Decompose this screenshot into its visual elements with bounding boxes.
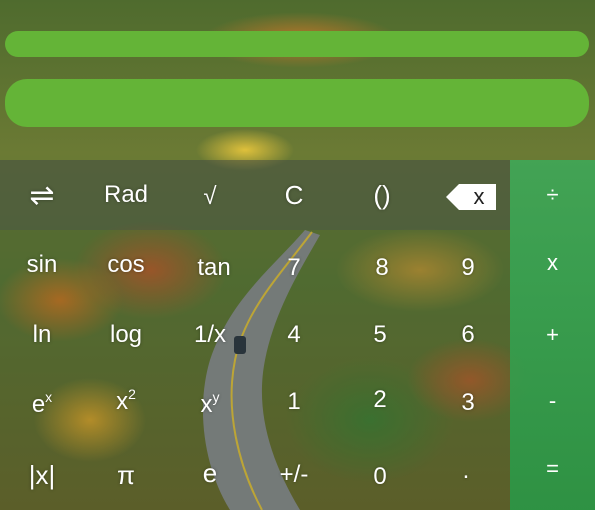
euler-button[interactable]: e bbox=[168, 438, 252, 508]
plus-button[interactable]: + bbox=[510, 300, 595, 370]
reciprocal-button[interactable]: 1/x bbox=[168, 300, 252, 370]
power-superscript: y bbox=[212, 389, 220, 405]
swap-icon: ⇌ bbox=[29, 178, 55, 212]
digit-7-button[interactable]: 7 bbox=[252, 233, 336, 303]
digit-9-button[interactable]: 9 bbox=[426, 233, 510, 303]
digit-0-button[interactable]: 0 bbox=[338, 442, 422, 512]
digit-5-button[interactable]: 5 bbox=[338, 300, 422, 370]
digit-8-button[interactable]: 8 bbox=[340, 233, 424, 303]
sign-toggle-button[interactable]: +/- bbox=[252, 440, 336, 510]
rad-mode-button[interactable]: Rad bbox=[84, 160, 168, 230]
multiply-button[interactable]: x bbox=[510, 228, 595, 298]
decimal-point-button[interactable]: . bbox=[424, 436, 508, 506]
backspace-x-label: x bbox=[473, 184, 485, 209]
exp-superscript: x bbox=[45, 389, 53, 405]
sqrt-button[interactable]: √ bbox=[168, 162, 252, 232]
digit-4-button[interactable]: 4 bbox=[252, 300, 336, 370]
digit-1-button[interactable]: 1 bbox=[252, 367, 336, 437]
exp-button[interactable]: ex bbox=[0, 370, 84, 440]
result-display bbox=[5, 79, 589, 127]
expression-display bbox=[5, 31, 589, 57]
cos-button[interactable]: cos bbox=[84, 230, 168, 300]
digit-3-button[interactable]: 3 bbox=[426, 368, 510, 438]
swap-functions-button[interactable]: ⇌ bbox=[0, 160, 84, 230]
digit-6-button[interactable]: 6 bbox=[426, 300, 510, 370]
backspace-button[interactable]: x bbox=[446, 184, 496, 210]
clear-button[interactable]: C bbox=[252, 160, 336, 230]
abs-button[interactable]: |x| bbox=[0, 440, 84, 510]
sin-button[interactable]: sin bbox=[0, 230, 84, 300]
minus-button[interactable]: - bbox=[510, 366, 595, 436]
power-button[interactable]: xy bbox=[168, 370, 252, 440]
square-superscript: 2 bbox=[128, 386, 136, 402]
tan-button[interactable]: tan bbox=[172, 233, 256, 303]
ln-button[interactable]: ln bbox=[0, 300, 84, 370]
equals-button[interactable]: = bbox=[510, 434, 595, 504]
square-button[interactable]: x2 bbox=[84, 367, 168, 437]
parentheses-button[interactable]: () bbox=[340, 160, 424, 230]
square-base: x bbox=[116, 388, 129, 415]
log-button[interactable]: log bbox=[84, 300, 168, 370]
digit-2-button[interactable]: 2 bbox=[338, 365, 422, 435]
exp-base: e bbox=[31, 391, 46, 418]
pi-button[interactable]: π bbox=[84, 440, 168, 510]
divide-button[interactable]: ÷ bbox=[510, 160, 595, 230]
power-base: x bbox=[200, 391, 213, 418]
